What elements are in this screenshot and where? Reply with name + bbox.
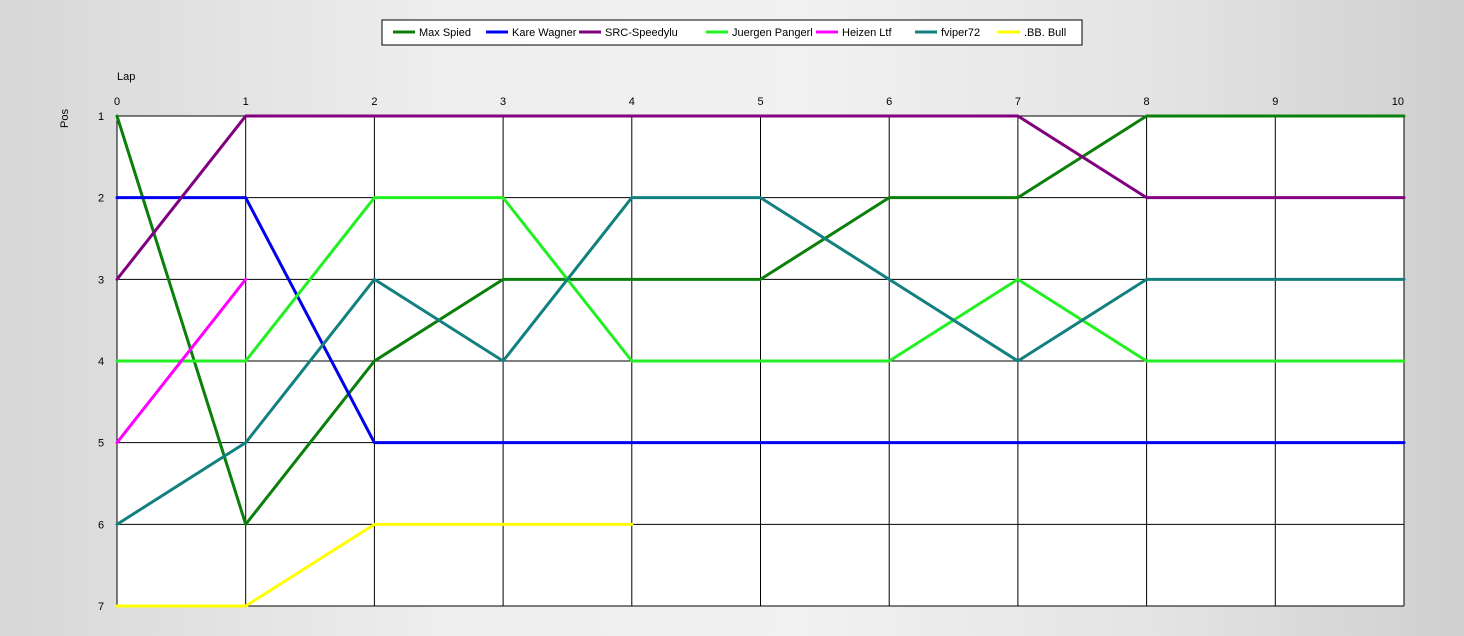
x-tick-label: 10 (1392, 96, 1404, 108)
x-tick-label: 9 (1272, 96, 1278, 108)
x-tick-label: 3 (500, 96, 506, 108)
y-tick-label: 4 (98, 356, 104, 368)
position-chart: Max Spied Kare Wagner SRC-Speedylu Juergen … (0, 0, 1464, 636)
x-tick-label: 6 (886, 96, 892, 108)
y-tick-label: 1 (98, 111, 104, 123)
chart-canvas: Max Spied Kare Wagner SRC-Speedylu Juergen … (59, 19, 1406, 613)
y-tick-label: 5 (98, 438, 104, 450)
legend-label: Kare Wagner (512, 27, 577, 39)
y-tick-label: 2 (98, 193, 104, 205)
y-tick-label: 3 (98, 274, 104, 286)
x-tick-label: 4 (629, 96, 635, 108)
x-tick-label: 5 (757, 96, 763, 108)
legend-label: .BB. Bull (1024, 27, 1066, 39)
legend: Max Spied Kare Wagner SRC-Speedylu Juergen … (381, 19, 1083, 46)
legend-label: Heizen Ltf (842, 27, 892, 39)
legend-label: fviper72 (941, 27, 980, 39)
x-tick-label: 8 (1144, 96, 1150, 108)
x-tick-label: 1 (243, 96, 249, 108)
x-axis-title: Lap (117, 71, 135, 83)
y-axis-title: Pos (59, 109, 71, 128)
x-tick-label: 2 (371, 96, 377, 108)
legend-label: Juergen Pangerl (732, 27, 813, 39)
x-tick-label: 0 (114, 96, 120, 108)
legend-label: SRC-Speedylu (605, 27, 678, 39)
y-tick-label: 7 (98, 601, 104, 613)
legend-label: Max Spied (419, 27, 471, 39)
x-tick-label: 7 (1015, 96, 1021, 108)
y-tick-label: 6 (98, 519, 104, 531)
